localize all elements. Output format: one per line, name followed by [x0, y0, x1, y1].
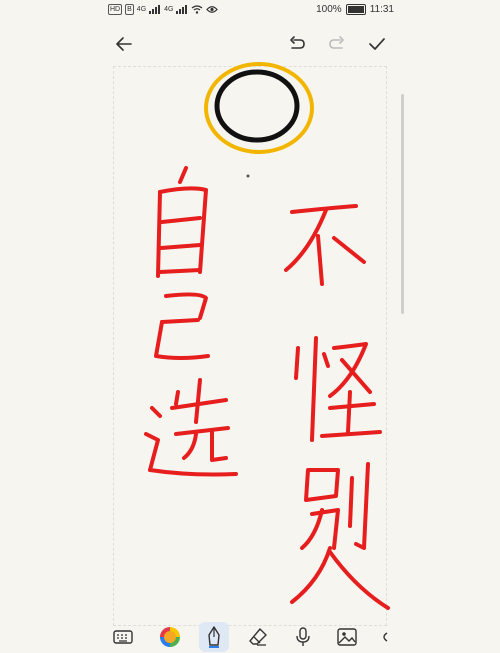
keyboard-icon: [113, 630, 133, 644]
status-left: HD B 4G 4G: [108, 4, 219, 15]
eye-icon: [206, 6, 219, 13]
status-right: 100% 11:31: [316, 4, 394, 15]
status-bar: HD B 4G 4G 100% 11:31: [0, 0, 500, 22]
battery-percent: 100%: [316, 4, 342, 15]
network-1-label: 4G: [136, 6, 147, 13]
chevron-left-partial-icon: [383, 632, 388, 642]
more-tools-button[interactable]: [372, 622, 392, 652]
undo-icon: [290, 36, 305, 49]
color-picker-button[interactable]: [155, 622, 185, 652]
signal-icon: [149, 5, 161, 14]
battery-icon: [345, 4, 366, 15]
image-icon: [337, 628, 357, 646]
eraser-icon: [249, 628, 267, 646]
undo-button[interactable]: [281, 28, 313, 60]
drawing-canvas[interactable]: [113, 66, 387, 626]
top-toolbar: [0, 28, 500, 60]
pen-icon: [208, 626, 220, 648]
canvas-scrollbar[interactable]: [401, 94, 404, 314]
clock: 11:31: [369, 4, 394, 15]
color-wheel-icon: [160, 627, 180, 647]
done-button[interactable]: [361, 28, 393, 60]
b-chip: B: [125, 4, 134, 15]
wifi-icon: [192, 5, 203, 14]
microphone-icon: [296, 627, 310, 646]
bottom-toolbar: [0, 620, 500, 653]
hd-chip: HD: [108, 4, 123, 15]
signal-icon-2: [176, 5, 188, 14]
arrow-left-icon: [116, 37, 132, 51]
eraser-button[interactable]: [243, 622, 273, 652]
redo-icon: [329, 36, 344, 49]
keyboard-button[interactable]: [108, 622, 138, 652]
redo-button[interactable]: [321, 28, 353, 60]
voice-input-button[interactable]: [288, 622, 318, 652]
pen-tool-button[interactable]: [199, 622, 229, 652]
network-2-label: 4G: [164, 6, 174, 13]
handwriting-note-screen: HD B 4G 4G 100% 11:31: [0, 0, 500, 653]
checkmark-icon: [369, 38, 385, 50]
insert-image-button[interactable]: [332, 622, 362, 652]
back-button[interactable]: [108, 28, 140, 60]
